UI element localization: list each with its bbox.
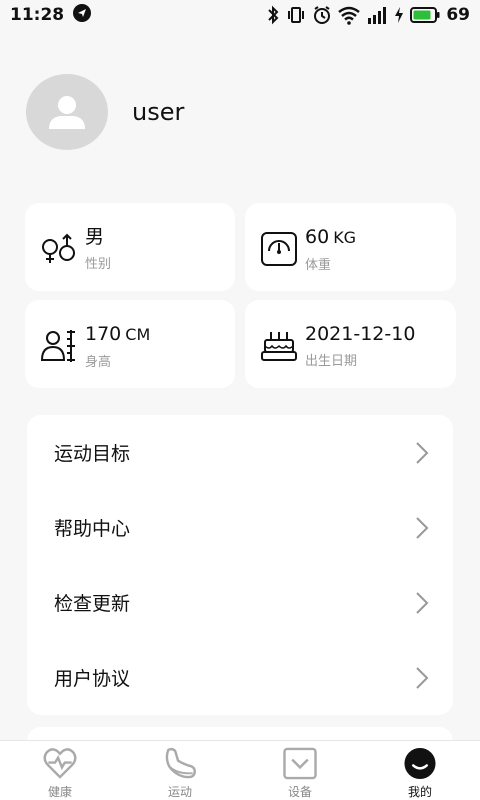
- tab-label: 我的: [407, 785, 432, 799]
- status-right: 69: [266, 5, 470, 25]
- weight-value-line: 60 KG: [305, 225, 356, 250]
- weight-text: 60 KG 体重: [305, 225, 356, 273]
- battery-percent: 69: [446, 5, 470, 25]
- height-unit: CM: [125, 325, 151, 344]
- menu-item-label: 运动目标: [54, 443, 131, 465]
- height-card[interactable]: 170 CM 身高: [25, 300, 235, 388]
- vibrate-icon: [286, 5, 306, 25]
- profile-header[interactable]: user: [26, 74, 184, 150]
- status-left: 11:28: [10, 3, 92, 27]
- heart-pulse-icon: [43, 748, 77, 779]
- device-icon: [283, 747, 317, 780]
- charging-icon: [394, 5, 404, 25]
- height-text: 170 CM 身高: [85, 322, 150, 370]
- menu-item-exercise-goal[interactable]: 运动目标: [27, 415, 453, 490]
- settings-menu: 运动目标 帮助中心 检查更新 用户协议: [27, 415, 453, 715]
- battery-icon: [410, 7, 440, 23]
- birthday-card[interactable]: 2021-12-10 出生日期: [245, 300, 456, 388]
- gender-text: 男 性别: [85, 225, 111, 272]
- alarm-icon: [312, 5, 332, 25]
- status-bar: 11:28 69: [0, 0, 480, 30]
- menu-item-label: 检查更新: [54, 593, 131, 615]
- chevron-right-icon: [416, 591, 429, 614]
- smile-face-icon: [404, 747, 436, 780]
- username: user: [132, 98, 185, 126]
- weight-card[interactable]: 60 KG 体重: [245, 203, 456, 291]
- tab-device[interactable]: 设备: [240, 741, 360, 800]
- tab-label: 运动: [167, 785, 192, 799]
- cellular-signal-icon: [366, 5, 388, 25]
- gender-icon: [42, 233, 75, 263]
- birthday-value: 2021-12-10: [305, 323, 416, 345]
- menu-item-user-agreement[interactable]: 用户协议: [27, 640, 453, 715]
- avatar[interactable]: [26, 74, 108, 150]
- tab-mine[interactable]: 我的: [360, 741, 480, 800]
- height-value-line: 170 CM: [85, 322, 150, 347]
- chevron-right-icon: [416, 516, 429, 539]
- tab-label: 设备: [287, 785, 312, 799]
- menu-item-help-center[interactable]: 帮助中心: [27, 490, 453, 565]
- weight-label: 体重: [305, 258, 332, 273]
- birthday-text: 2021-12-10 出生日期: [305, 322, 415, 369]
- weight-unit: KG: [333, 228, 357, 247]
- cake-icon: [261, 332, 297, 361]
- gender-label: 性别: [85, 257, 112, 272]
- tab-label: 健康: [47, 785, 72, 799]
- menu-item-label: 用户协议: [54, 668, 131, 690]
- menu-item-check-update[interactable]: 检查更新: [27, 565, 453, 640]
- chevron-right-icon: [416, 666, 429, 689]
- height-icon: [40, 330, 75, 362]
- weight-value: 60: [305, 226, 330, 248]
- tab-exercise[interactable]: 运动: [120, 741, 240, 800]
- navigation-app-icon: [72, 3, 92, 27]
- wifi-icon: [338, 5, 361, 25]
- status-time: 11:28: [10, 5, 65, 25]
- shoe-icon: [165, 747, 196, 779]
- bottom-tab-bar: 健康 运动 设备 我的: [0, 740, 480, 800]
- user-silhouette-icon: [49, 96, 85, 129]
- gender-card[interactable]: 男 性别: [25, 203, 235, 291]
- gender-value: 男: [85, 226, 105, 248]
- chevron-right-icon: [416, 441, 429, 464]
- tab-health[interactable]: 健康: [0, 741, 120, 800]
- menu-item-label: 帮助中心: [54, 518, 131, 540]
- height-label: 身高: [85, 355, 112, 370]
- scale-icon: [261, 232, 297, 266]
- birthday-label: 出生日期: [305, 354, 358, 369]
- height-value: 170: [85, 323, 122, 345]
- bluetooth-icon: [266, 5, 280, 25]
